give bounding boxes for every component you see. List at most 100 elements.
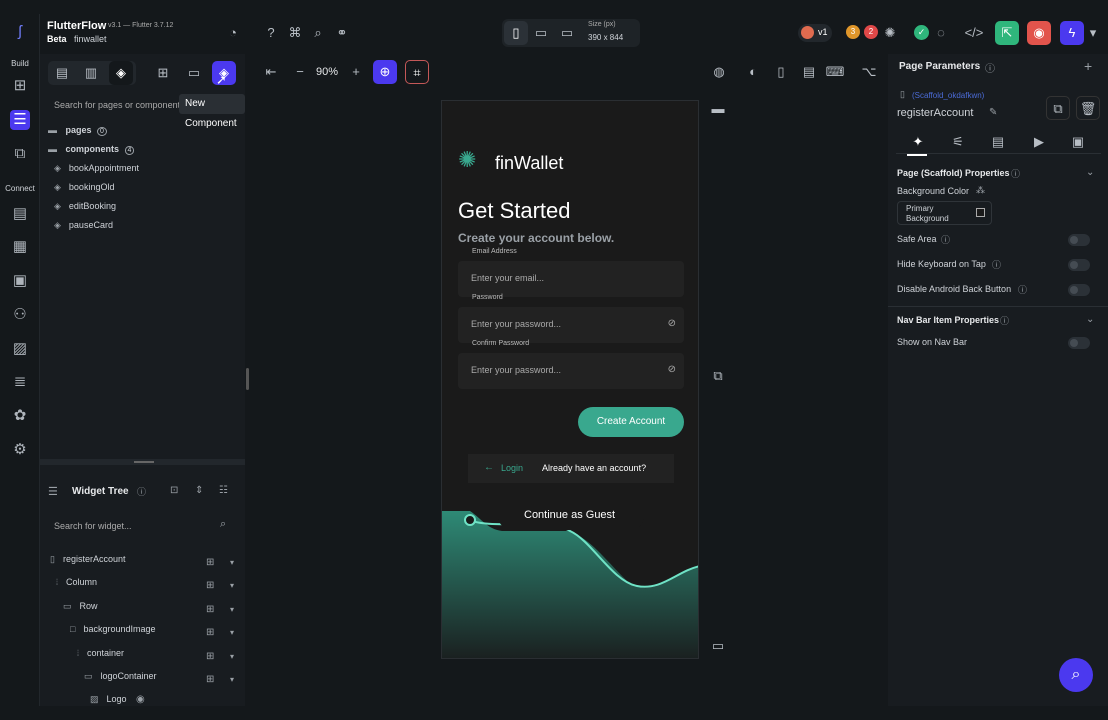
visibility-off-icon[interactable]: ⊘: [668, 318, 676, 329]
password-field[interactable]: Password Enter your password... ⊘: [458, 294, 684, 343]
visibility-off-icon[interactable]: ⊘: [668, 364, 676, 375]
eye-icon[interactable]: ◉: [136, 694, 145, 705]
bottom-bar-icon[interactable]: ▭: [707, 637, 729, 655]
help-icon[interactable]: ?: [259, 21, 283, 45]
page-search-input[interactable]: Search for pages or components...: [54, 100, 192, 110]
animations-tab-icon[interactable]: ▶: [1027, 130, 1051, 154]
chevron-down-icon[interactable]: ▾: [230, 675, 234, 684]
add-child-icon[interactable]: ⊞: [206, 557, 214, 568]
app-state-icon[interactable]: ▦: [10, 237, 30, 257]
widget-tree-icon[interactable]: ☰: [10, 110, 30, 130]
keyboard-icon[interactable]: ⌨: [823, 60, 847, 84]
expand-icon[interactable]: ⇕: [195, 485, 203, 496]
chevron-down-icon[interactable]: ▾: [230, 558, 234, 567]
comments-icon[interactable]: ◌: [929, 21, 953, 45]
widget-search-input[interactable]: Search for widget...: [54, 521, 132, 531]
collapse-panel-icon[interactable]: ⇤: [259, 60, 283, 84]
command-icon[interactable]: ⌘: [283, 21, 307, 45]
run-menu-icon[interactable]: ▾: [1081, 21, 1105, 45]
api-icon[interactable]: ▣: [10, 271, 30, 291]
phone-view-icon[interactable]: ▯: [504, 21, 528, 45]
tree-node[interactable]: □ backgroundImage ⊞ ▾: [70, 624, 245, 646]
media-icon[interactable]: ▨: [10, 339, 30, 359]
theme-icon[interactable]: ✿: [10, 406, 30, 426]
login-link[interactable]: Login: [501, 463, 523, 473]
actions-tab-icon[interactable]: ⚟: [946, 130, 970, 154]
component-item[interactable]: ◈ editBooking: [54, 201, 116, 212]
add-child-icon[interactable]: ⊞: [206, 627, 214, 638]
preview-icon[interactable]: ◉: [1027, 21, 1051, 45]
dark-mode-icon[interactable]: ◐: [741, 60, 765, 84]
info-icon[interactable]: ⓘ: [137, 485, 146, 498]
add-child-icon[interactable]: ⊞: [206, 580, 214, 591]
add-child-icon[interactable]: ⊞: [206, 674, 214, 685]
tree-view-icon[interactable]: ⌥: [857, 60, 881, 84]
link-icon[interactable]: ⚭: [330, 21, 354, 45]
debug-icon[interactable]: ✺: [878, 21, 902, 45]
zoom-in-icon[interactable]: +: [344, 60, 368, 84]
component-item[interactable]: ◈ pauseCard: [54, 220, 113, 231]
add-child-icon[interactable]: ⊞: [206, 651, 214, 662]
tree-node[interactable]: ▯ registerAccount ⊞ ▾: [50, 554, 245, 576]
code-view-icon[interactable]: </>: [962, 21, 986, 45]
version-chip[interactable]: v1: [798, 24, 832, 42]
add-widget-icon[interactable]: ⊞: [10, 76, 30, 96]
floating-search-button[interactable]: ⌕: [1059, 658, 1093, 692]
create-account-button[interactable]: Create Account: [578, 407, 684, 437]
errors-badge[interactable]: 2: [864, 25, 878, 39]
info-icon[interactable]: ⓘ: [985, 60, 995, 75]
disable-back-toggle[interactable]: [1068, 284, 1090, 296]
resizer-handle[interactable]: [246, 368, 249, 390]
lock-icon[interactable]: ⊡: [170, 485, 178, 496]
info-icon[interactable]: ⓘ: [1000, 314, 1009, 327]
chevron-down-icon[interactable]: ⌄: [1086, 167, 1094, 178]
notifications-icon[interactable]: ◔: [221, 21, 245, 45]
tree-node[interactable]: ▭ logoContainer ⊞ ▾: [84, 671, 245, 693]
search-icon[interactable]: ⌕: [306, 21, 330, 45]
size-value[interactable]: 390 x 844: [588, 33, 623, 42]
show-nav-toggle[interactable]: [1068, 337, 1090, 349]
tree-node[interactable]: ▭ Row ⊞ ▾: [63, 601, 245, 623]
chevron-down-icon[interactable]: ▾: [230, 628, 234, 637]
chevron-down-icon[interactable]: ▾: [230, 581, 234, 590]
palette-icon[interactable]: ⁂: [976, 185, 985, 196]
component-item[interactable]: ◈ bookingOld: [54, 182, 114, 193]
component-item[interactable]: ◈ bookAppointment: [54, 163, 139, 174]
bg-color-picker[interactable]: Primary Background: [897, 201, 992, 225]
tree-node[interactable]: ⦙ container ⊞ ▾: [77, 648, 245, 670]
zoom-level[interactable]: 90%: [316, 66, 338, 78]
custom-code-icon[interactable]: ≣: [10, 372, 30, 392]
integrations-icon[interactable]: ⚇: [10, 305, 30, 325]
add-child-icon[interactable]: ⊞: [206, 604, 214, 615]
desktop-view-icon[interactable]: ▭: [555, 21, 579, 45]
hide-keyboard-toggle[interactable]: [1068, 259, 1090, 271]
chevron-down-icon[interactable]: ▾: [230, 652, 234, 661]
grid-view-icon[interactable]: ⊞: [151, 61, 175, 85]
backend-tab-icon[interactable]: ▤: [986, 130, 1010, 154]
portrait-icon[interactable]: ▯: [769, 60, 793, 84]
zoom-out-icon[interactable]: −: [288, 60, 312, 84]
docs-tab-icon[interactable]: ▣: [1066, 130, 1090, 154]
info-icon[interactable]: ⓘ: [992, 258, 1001, 271]
flutterflow-logo-icon[interactable]: ʃ: [10, 22, 30, 42]
language-icon[interactable]: ◍: [707, 60, 731, 84]
copy-icon[interactable]: ⧉: [707, 367, 729, 385]
tree-menu-icon[interactable]: ☷: [219, 485, 228, 496]
warnings-badge[interactable]: 3: [846, 25, 860, 39]
settings-icon[interactable]: ⚙: [10, 440, 30, 460]
continue-as-guest-button[interactable]: Continue as Guest: [524, 509, 615, 521]
tree-node[interactable]: ⦙ Column ⊞ ▾: [56, 577, 245, 599]
info-icon[interactable]: ⓘ: [1011, 167, 1020, 180]
safe-area-toggle[interactable]: [1068, 234, 1090, 246]
storyboard-icon[interactable]: ⧉: [10, 144, 30, 164]
new-folder-icon[interactable]: ▭: [182, 61, 206, 85]
components-tab-icon[interactable]: ◈: [109, 61, 133, 85]
chevron-down-icon[interactable]: ⌄: [1086, 314, 1094, 325]
device-frame-icon[interactable]: ▤: [797, 60, 821, 84]
properties-tab-icon[interactable]: ✦: [906, 130, 930, 154]
components-folder[interactable]: ▬ components 4: [48, 144, 135, 155]
add-widget-canvas-icon[interactable]: ⊕: [373, 60, 397, 84]
database-icon[interactable]: ▤: [10, 204, 30, 224]
pages-folder[interactable]: ▬ pages 0: [48, 125, 107, 136]
tablet-view-icon[interactable]: ▭: [529, 21, 553, 45]
